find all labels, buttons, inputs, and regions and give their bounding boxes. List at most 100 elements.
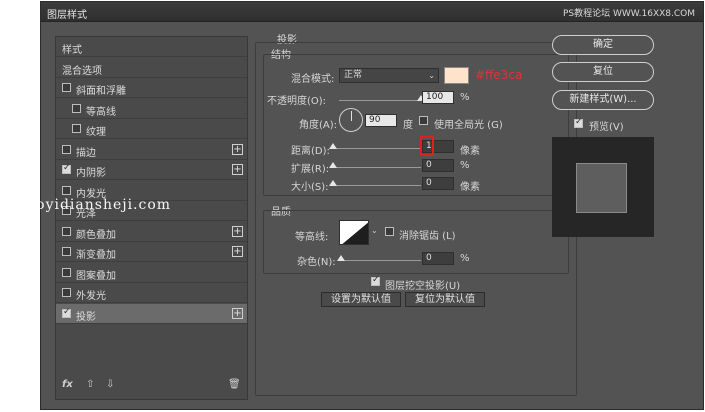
contour-label: 等高线:: [295, 232, 329, 243]
style-item[interactable]: 颜色叠加 +: [56, 222, 247, 242]
distance-slider[interactable]: [331, 148, 421, 149]
angle-unit: 度: [403, 120, 413, 131]
preview-checkbox[interactable]: [574, 117, 583, 128]
styles-footer: fx ⇧ ⇩ 🗑: [60, 379, 243, 393]
contour-picker[interactable]: [339, 220, 369, 245]
move-up-icon[interactable]: ⇧: [86, 379, 94, 390]
style-checkbox[interactable]: [62, 288, 71, 297]
spread-input[interactable]: 0: [422, 159, 454, 172]
style-checkbox[interactable]: [62, 144, 71, 154]
style-item-label: 渐变叠加: [76, 250, 116, 261]
style-item-label: 外发光: [76, 291, 106, 302]
noise-input[interactable]: 0: [422, 252, 454, 265]
global-light-label: 使用全局光 (G): [434, 120, 503, 131]
blend-mode-select[interactable]: 正常 ⌄: [339, 68, 439, 83]
opacity-input[interactable]: 100: [422, 91, 454, 104]
style-item-label: 混合选项: [62, 65, 102, 77]
style-item-label: 纹理: [86, 127, 106, 138]
reset-button[interactable]: 复位: [552, 62, 654, 82]
add-effect-icon[interactable]: +: [232, 225, 243, 237]
style-item[interactable]: 投影 +: [56, 303, 247, 324]
noise-label: 杂色(N):: [297, 257, 336, 268]
style-item-label: 等高线: [86, 106, 116, 118]
trash-icon[interactable]: 🗑: [228, 379, 241, 390]
noise-unit: %: [460, 253, 470, 264]
move-down-icon[interactable]: ⇩: [106, 379, 114, 390]
style-checkbox[interactable]: [62, 185, 71, 195]
knockout-checkbox[interactable]: [371, 275, 380, 286]
size-label: 大小(S):: [291, 182, 329, 193]
highlight-box: [420, 136, 434, 156]
style-checkbox[interactable]: [62, 226, 71, 236]
style-preview: [552, 137, 654, 237]
noise-slider-handle[interactable]: [337, 255, 345, 261]
window-title: 图层样式: [47, 10, 87, 21]
noise-slider[interactable]: [339, 260, 421, 261]
angle-label: 角度(A):: [299, 120, 338, 131]
size-slider-handle[interactable]: [329, 180, 337, 186]
style-checkbox[interactable]: [72, 103, 81, 113]
antialias-checkbox[interactable]: [385, 227, 394, 236]
style-item-label: 斜面和浮雕: [76, 86, 126, 97]
make-default-button[interactable]: 设置为默认值: [321, 292, 401, 307]
site-watermark: PS教程论坛 WWW.16XX8.COM: [562, 9, 695, 19]
style-item-label: 投影: [76, 311, 96, 323]
add-effect-icon[interactable]: +: [232, 143, 243, 155]
opacity-label: 不透明度(O):: [267, 96, 327, 107]
style-item[interactable]: 混合选项: [56, 58, 247, 78]
fx-button[interactable]: fx: [62, 379, 73, 390]
add-effect-icon[interactable]: +: [232, 246, 243, 257]
style-checkbox[interactable]: [62, 163, 71, 174]
style-item-label: 描边: [76, 147, 96, 159]
distance-unit: 像素: [460, 146, 480, 157]
opacity-slider[interactable]: [339, 100, 421, 101]
opacity-unit: %: [460, 92, 470, 103]
style-item[interactable]: 纹理: [56, 119, 247, 139]
style-item-label: 样式: [62, 45, 82, 56]
style-item[interactable]: 斜面和浮雕: [56, 78, 247, 98]
title-bar: 图层样式 PS教程论坛 WWW.16XX8.COM: [41, 2, 703, 22]
angle-dial[interactable]: [339, 108, 363, 132]
style-checkbox[interactable]: [62, 83, 71, 92]
style-checkbox[interactable]: [62, 267, 71, 277]
new-style-button[interactable]: 新建样式(W)...: [552, 90, 654, 110]
add-effect-icon[interactable]: +: [232, 164, 243, 175]
chevron-down-icon[interactable]: ⌄: [371, 226, 378, 235]
style-item[interactable]: 样式: [56, 37, 247, 57]
chevron-down-icon: ⌄: [428, 71, 435, 80]
spread-unit: %: [460, 160, 470, 171]
shadow-color-swatch[interactable]: [444, 67, 469, 84]
angle-input[interactable]: 90: [365, 114, 397, 127]
contour-curve-icon: [342, 222, 368, 244]
ok-button[interactable]: 确定: [552, 35, 654, 55]
spread-slider[interactable]: [331, 167, 421, 168]
style-checkbox[interactable]: [62, 307, 71, 318]
style-item[interactable]: 渐变叠加 +: [56, 242, 247, 262]
style-checkbox[interactable]: [72, 124, 81, 133]
distance-slider-handle[interactable]: [329, 143, 337, 149]
drop-shadow-settings: 投影 结构 混合模式: 正常 ⌄ #ffe3ca 不透明度(O): 100 % …: [251, 30, 583, 402]
size-input[interactable]: 0: [422, 177, 454, 190]
spread-slider-handle[interactable]: [329, 162, 337, 168]
blend-mode-label: 混合模式:: [291, 74, 335, 85]
styles-list-panel: 投影+外发光图案叠加渐变叠加+颜色叠加+光泽内发光内阴影+描边+纹理等高线斜面和…: [55, 36, 248, 400]
style-item[interactable]: 描边 +: [56, 140, 247, 160]
style-item[interactable]: 内阴影 +: [56, 160, 247, 180]
style-item[interactable]: 图案叠加: [56, 263, 247, 283]
preview-label: 预览(V): [589, 122, 624, 133]
color-hex-note: #ffe3ca: [475, 68, 523, 82]
global-light-checkbox[interactable]: [419, 116, 428, 125]
antialias-label: 消除锯齿 (L): [399, 231, 456, 242]
url-watermark: w.haoyidiansheji.com: [0, 197, 172, 213]
blend-mode-value: 正常: [344, 70, 363, 80]
spread-label: 扩展(R):: [291, 164, 330, 175]
style-item[interactable]: 等高线: [56, 99, 247, 119]
style-item-label: 内阴影: [76, 168, 106, 179]
style-checkbox[interactable]: [62, 247, 71, 256]
add-effect-icon[interactable]: +: [232, 307, 243, 319]
size-slider[interactable]: [331, 185, 421, 186]
reset-default-button[interactable]: 复位为默认值: [405, 292, 485, 307]
preview-swatch: [576, 163, 627, 213]
distance-label: 距离(D):: [291, 146, 330, 157]
style-item[interactable]: 外发光: [56, 283, 247, 303]
